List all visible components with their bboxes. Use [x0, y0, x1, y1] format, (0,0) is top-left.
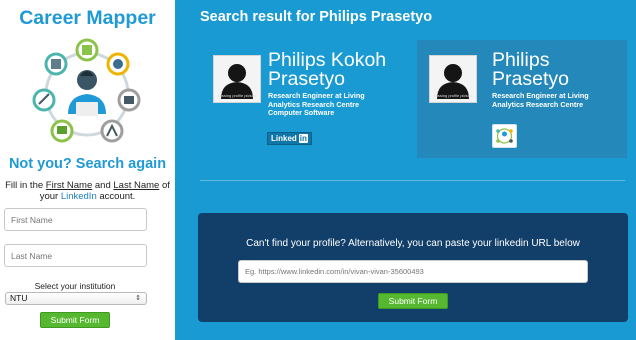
url-submit-button[interactable]: Submit Form — [378, 293, 448, 309]
results-area: Search result for Philips Prasetyo Missi… — [175, 0, 636, 340]
linkedin-url-panel: Can't find your profile? Alternatively, … — [198, 213, 628, 322]
avatar: Missing profile picture — [429, 55, 477, 103]
result-card[interactable]: Missing profile picture Philips Prasetyo… — [417, 40, 627, 158]
result-card[interactable]: Missing profile picture Philips Kokoh Pr… — [203, 40, 393, 158]
avatar: Missing profile picture — [213, 55, 261, 103]
instr-first-name: First Name — [45, 180, 93, 191]
network-people-icon — [496, 128, 513, 144]
instr-text-1: Fill in the — [5, 180, 46, 191]
linkedin-url-input[interactable] — [238, 260, 588, 283]
instr-text-4: account. — [96, 191, 136, 202]
last-name-input[interactable] — [4, 244, 147, 267]
institution-select[interactable]: NTU ⇕ — [5, 292, 147, 305]
sidebar-submit-button[interactable]: Submit Form — [40, 312, 110, 328]
select-arrows-icon: ⇕ — [135, 295, 141, 302]
linkedin-in-icon: in — [298, 134, 308, 143]
sidebar: Career Mapper Not you? Search again Fill… — [0, 0, 175, 340]
linkedin-badge-text: Linked — [271, 134, 297, 143]
institution-label: Select your institution — [34, 281, 116, 291]
divider — [200, 180, 625, 181]
missing-picture-text: Missing profile picture — [433, 93, 473, 98]
instr-text-2: and — [92, 180, 114, 191]
brand-title: Career Mapper — [19, 7, 156, 29]
result-industry: Computer Software — [268, 108, 335, 117]
first-name-input[interactable] — [4, 208, 147, 231]
result-title: Research Engineer at Living Analytics Re… — [492, 91, 589, 109]
url-prompt: Can't find your profile? Alternatively, … — [246, 238, 580, 249]
results-title: Search result for Philips Prasetyo — [200, 9, 433, 25]
missing-picture-text: Missing profile picture — [217, 93, 257, 98]
instr-last-name: Last Name — [113, 180, 160, 191]
search-again-heading: Not you? Search again — [8, 156, 167, 172]
result-name[interactable]: Philips Prasetyo — [492, 50, 622, 89]
career-mapper-logo — [32, 38, 141, 143]
instr-linkedin: LinkedIn — [60, 191, 97, 202]
search-instructions: Fill in the First Name and Last Name of … — [0, 180, 175, 202]
result-title: Research Engineer at Living Analytics Re… — [268, 91, 365, 109]
result-name[interactable]: Philips Kokoh Prasetyo — [268, 50, 393, 89]
institution-selected-value: NTU — [10, 293, 28, 303]
linkedin-badge[interactable]: Linked in — [267, 132, 312, 145]
career-mapper-badge-icon[interactable] — [492, 124, 517, 148]
